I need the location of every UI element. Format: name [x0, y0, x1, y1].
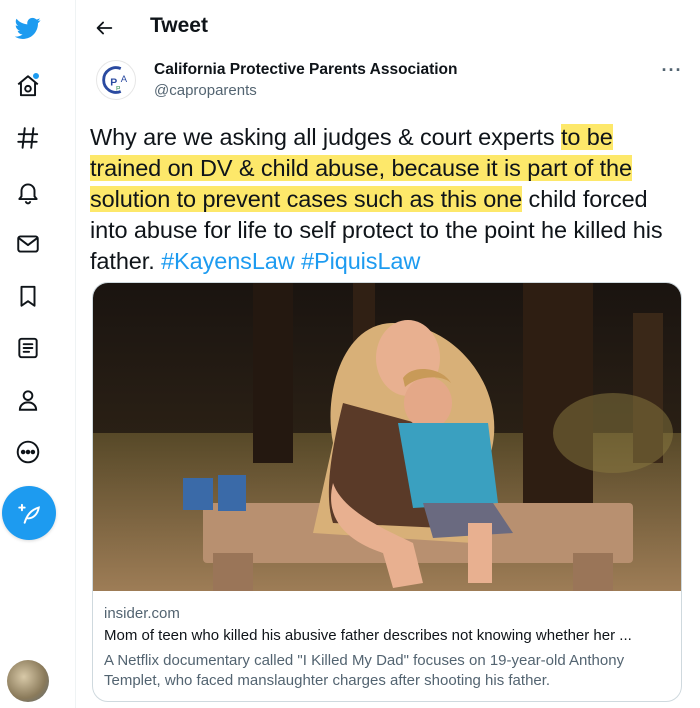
tweet-text-part1: Why are we asking all judges & court exp…	[90, 124, 561, 150]
more-circle-icon[interactable]	[8, 432, 48, 472]
mail-icon[interactable]	[8, 224, 48, 264]
bookmark-icon[interactable]	[8, 276, 48, 316]
bell-icon[interactable]	[8, 172, 48, 212]
back-button[interactable]	[88, 12, 120, 44]
card-domain: insider.com	[104, 605, 180, 622]
hashtag-link[interactable]: #PiquisLaw	[301, 248, 420, 274]
compose-feather-icon	[18, 503, 40, 524]
svg-text:A: A	[121, 74, 128, 85]
author-name[interactable]: California Protective Parents Associatio…	[154, 61, 458, 79]
tweet-text: Why are we asking all judges & court exp…	[90, 122, 690, 277]
card-description: A Netflix documentary called "I Killed M…	[104, 652, 625, 689]
arrow-left-icon	[96, 21, 113, 35]
card-image	[93, 283, 681, 591]
card-title: Mom of teen who killed his abusive fathe…	[104, 627, 632, 644]
list-icon[interactable]	[8, 328, 48, 368]
hashtag-icon[interactable]	[8, 118, 48, 158]
compose-tweet-button[interactable]	[2, 486, 56, 540]
more-options-button[interactable]: ···	[658, 58, 686, 82]
notification-dot	[32, 72, 40, 80]
author-handle[interactable]: @caproparents	[154, 82, 257, 99]
home-icon[interactable]	[8, 66, 48, 106]
sidebar	[0, 0, 76, 708]
hashtag-link[interactable]: #KayensLaw	[161, 248, 295, 274]
twitter-logo-icon[interactable]	[8, 8, 48, 48]
svg-text:P: P	[116, 85, 121, 92]
main-column: Tweet P P A California Protective Parent…	[76, 0, 700, 708]
author-avatar[interactable]: P P A	[96, 60, 136, 100]
more-dots-icon: ···	[661, 59, 683, 80]
cppa-logo-icon: P P A	[102, 66, 128, 94]
page-header: Tweet	[76, 0, 700, 56]
link-preview-card[interactable]: insider.com Mom of teen who killed his a…	[92, 282, 682, 702]
account-avatar[interactable]	[7, 660, 49, 702]
profile-icon[interactable]	[8, 380, 48, 420]
page-title: Tweet	[150, 14, 208, 37]
